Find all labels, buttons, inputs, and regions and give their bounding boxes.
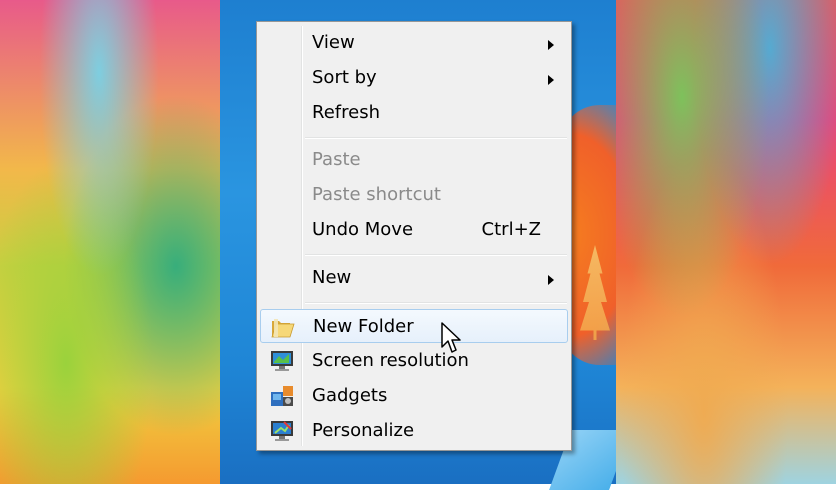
- personalize-icon: [271, 421, 293, 441]
- menu-item-refresh[interactable]: Refresh: [260, 96, 568, 130]
- menu-item-label: Paste shortcut: [312, 184, 441, 205]
- menu-item-new[interactable]: New: [260, 261, 568, 295]
- menu-item-label: Undo Move: [312, 219, 414, 240]
- menu-separator: [305, 302, 567, 304]
- menu-item-new-folder[interactable]: New Folder: [260, 309, 568, 343]
- menu-item-gadgets[interactable]: Gadgets: [260, 379, 568, 413]
- menu-item-paste: Paste: [260, 143, 568, 177]
- wallpaper-left: [0, 0, 220, 484]
- menu-separator: [305, 137, 567, 139]
- menu-item-sort-by[interactable]: Sort by: [260, 61, 568, 95]
- menu-item-label: View: [312, 32, 355, 53]
- mouse-pointer-icon: [441, 322, 461, 353]
- menu-item-label: New Folder: [313, 316, 414, 337]
- menu-item-shortcut: Ctrl+Z: [481, 219, 541, 240]
- wallpaper-right: [616, 0, 836, 484]
- submenu-arrow-icon: [548, 75, 554, 85]
- menu-separator: [305, 254, 567, 256]
- menu-item-paste-shortcut: Paste shortcut: [260, 178, 568, 212]
- menu-item-label: Gadgets: [312, 385, 388, 406]
- menu-item-label: New: [312, 267, 352, 288]
- folder-icon: [271, 319, 295, 338]
- menu-item-label: Refresh: [312, 102, 380, 123]
- submenu-arrow-icon: [548, 40, 554, 50]
- menu-item-label: Personalize: [312, 420, 415, 441]
- desktop-context-menu: View Sort by Refresh Paste Paste shortcu…: [256, 21, 572, 451]
- gadgets-icon: [271, 386, 293, 406]
- menu-item-view[interactable]: View: [260, 26, 568, 60]
- menu-item-personalize[interactable]: Personalize: [260, 414, 568, 448]
- submenu-arrow-icon: [548, 275, 554, 285]
- monitor-icon: [271, 351, 293, 371]
- menu-item-undo-move[interactable]: Undo Move Ctrl+Z: [260, 213, 568, 247]
- menu-item-label: Sort by: [312, 67, 377, 88]
- menu-item-label: Paste: [312, 149, 361, 170]
- menu-item-screen-resolution[interactable]: Screen resolution: [260, 344, 568, 378]
